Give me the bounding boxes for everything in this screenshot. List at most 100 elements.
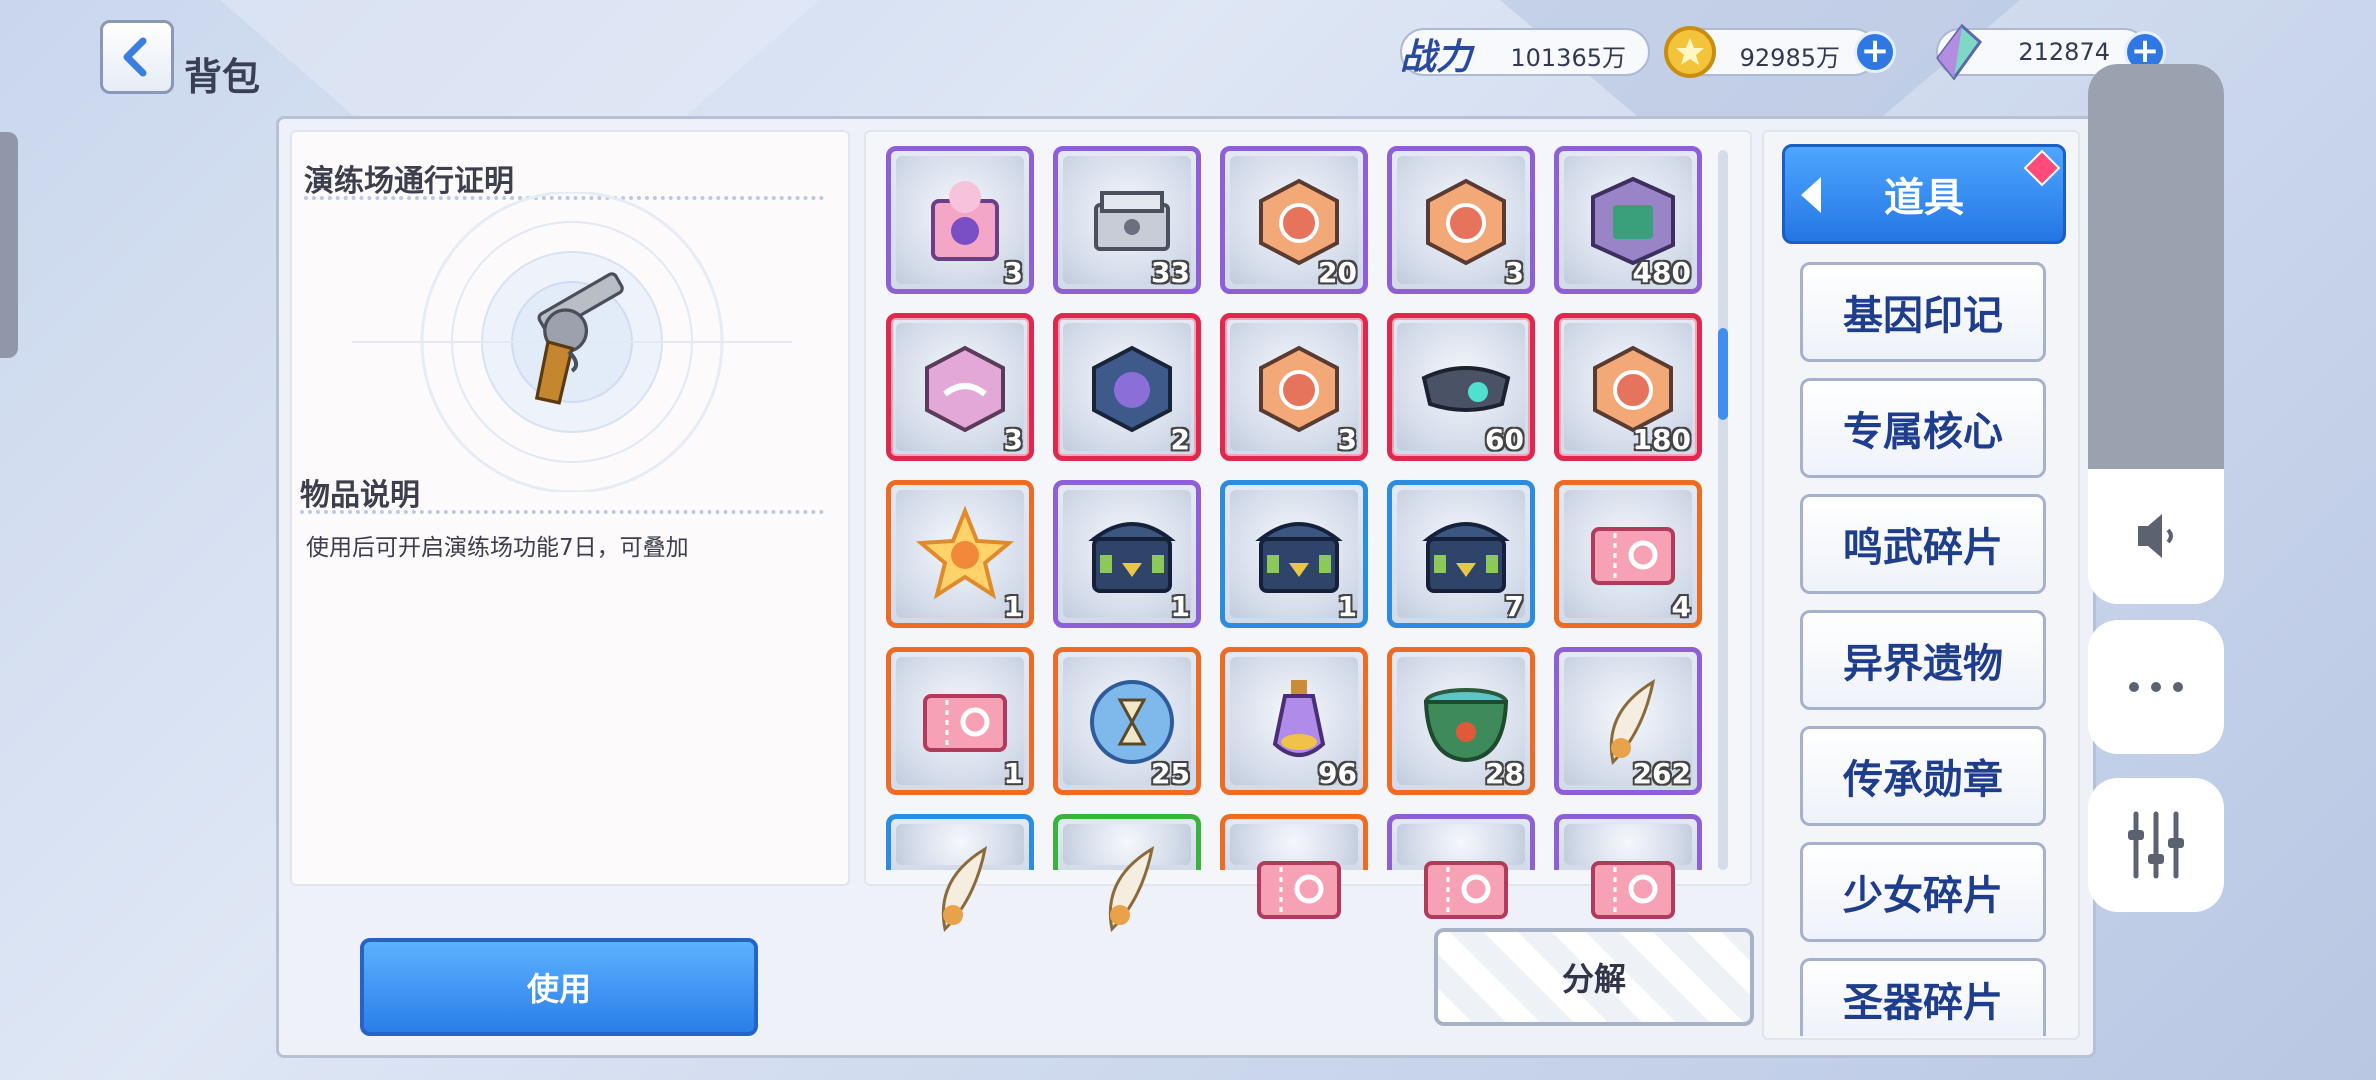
revolver-icon [534, 272, 624, 405]
item-count: 262 [1632, 757, 1691, 790]
item-count: 1 [1003, 590, 1023, 623]
item-count: 7 [1504, 590, 1524, 623]
item-count: 1 [1003, 757, 1023, 790]
item-count: 2 [1170, 423, 1190, 456]
item-count: 3 [1003, 423, 1023, 456]
inventory-item[interactable]: 28 [1387, 647, 1535, 795]
gold-value: 92985万 [1739, 44, 1840, 72]
item-count: 1 [1337, 590, 1357, 623]
item-count: 180 [1632, 423, 1691, 456]
inventory-item[interactable]: 180 [1554, 313, 1702, 461]
power-label: 战力 [1400, 37, 1473, 78]
category-tab[interactable]: 鸣武碎片 [1800, 494, 2046, 594]
inventory-item[interactable]: 25 [1053, 647, 1201, 795]
feather-icon [941, 845, 988, 933]
pink-cube-icon [925, 345, 1005, 433]
decompose-button[interactable]: 分解 [1434, 928, 1754, 1026]
inventory-item[interactable]: 480 [1554, 146, 1702, 294]
navy-chest-icon [1422, 522, 1510, 593]
chevron-left-icon [1801, 177, 1821, 213]
category-tab[interactable]: 圣器碎片 [1800, 958, 2046, 1036]
settings-sliders-button[interactable] [2088, 778, 2224, 912]
item-count: 25 [1151, 757, 1190, 790]
more-icon [2129, 682, 2183, 692]
item-count: 20 [1318, 256, 1357, 289]
page-title: 背包 [184, 55, 261, 99]
power-value: 101365万 [1510, 44, 1626, 72]
inventory-item[interactable]: 20 [1220, 146, 1368, 294]
item-count: 480 [1632, 256, 1691, 289]
volume-slider-fill [2088, 64, 2224, 469]
use-button[interactable]: 使用 [360, 938, 758, 1036]
item-count: 60 [1485, 423, 1524, 456]
chevron-left-icon [123, 37, 147, 77]
grid-scrollbar[interactable] [1718, 150, 1728, 870]
description-heading: 物品说明 [300, 478, 420, 513]
item-count: 33 [1151, 256, 1190, 289]
category-tab[interactable]: 道具 [1782, 144, 2066, 244]
inventory-item[interactable]: 3 [886, 146, 1034, 294]
category-tab-label: 专属核心 [1843, 409, 2003, 455]
dark-cube-icon [1092, 345, 1172, 433]
category-tab-label: 道具 [1884, 175, 1964, 221]
navy-chest-icon [1255, 522, 1343, 593]
gem-value: 212874 [2018, 38, 2110, 66]
inventory-item[interactable]: 3 [1220, 313, 1368, 461]
category-tab[interactable]: 传承勋章 [1800, 726, 2046, 826]
inventory-item[interactable]: 1 [886, 480, 1034, 628]
speaker-icon [2138, 514, 2173, 558]
inventory-item[interactable]: 4 [1554, 480, 1702, 628]
back-button[interactable] [100, 20, 174, 94]
ticket-icon [1591, 527, 1675, 585]
inventory-item[interactable]: 3 [1387, 146, 1535, 294]
inventory-item[interactable]: 7 [1387, 480, 1535, 628]
category-tab-label: 基因印记 [1843, 293, 2003, 339]
item-count: 3 [1504, 256, 1524, 289]
item-description: 使用后可开启演练场功能7日，可叠加 [306, 535, 689, 561]
inventory-item[interactable]: 33 [1053, 146, 1201, 294]
inventory-item[interactable] [1053, 814, 1201, 933]
inventory-item[interactable]: 2 [1053, 313, 1201, 461]
inventory-item[interactable] [1220, 814, 1368, 919]
star-icon [915, 505, 1015, 600]
divider [300, 510, 824, 514]
item-count: 96 [1318, 757, 1357, 790]
ticket-icon [1257, 861, 1341, 919]
add-gold-button[interactable]: + [1854, 31, 1896, 73]
inventory-item[interactable] [1554, 814, 1702, 919]
ticket-icon [923, 694, 1007, 752]
inventory-item[interactable]: 60 [1387, 313, 1535, 461]
grid-scrollbar-thumb[interactable] [1718, 328, 1728, 420]
inventory-item[interactable]: 1 [1053, 480, 1201, 628]
inventory-item[interactable]: 96 [1220, 647, 1368, 795]
inventory-item[interactable]: 1 [886, 647, 1034, 795]
item-count: 3 [1337, 423, 1357, 456]
gold-coin-icon [1664, 26, 1716, 78]
category-tab[interactable]: 异界遗物 [1800, 610, 2046, 710]
gold-display: 92985万 + [1664, 26, 1896, 78]
item-count: 3 [1003, 256, 1023, 289]
category-tab[interactable]: 专属核心 [1800, 378, 2046, 478]
inventory-item[interactable]: 1 [1220, 480, 1368, 628]
gift-box-icon [931, 181, 999, 261]
orange-cube-icon [1426, 178, 1506, 266]
category-tab-label: 圣器碎片 [1843, 979, 2003, 1026]
category-tab[interactable]: 少女碎片 [1800, 842, 2046, 942]
feather-icon [1108, 845, 1155, 933]
item-count: 4 [1671, 590, 1691, 623]
inventory-item[interactable] [1387, 814, 1535, 919]
more-options-button[interactable] [2088, 620, 2224, 754]
crystal-icon [1936, 23, 1983, 81]
category-tab-label: 异界遗物 [1843, 641, 2003, 687]
item-count: 1 [1170, 590, 1190, 623]
item-detail-panel: 演练场通行证明 物品说明 使用后可开启演练场功能7日，可叠加 [290, 130, 850, 886]
category-tab[interactable]: 基因印记 [1800, 262, 2046, 362]
inventory-item[interactable]: 262 [1554, 647, 1702, 795]
category-tab-label: 少女碎片 [1843, 873, 2003, 919]
equalizer-icon [2128, 811, 2184, 879]
volume-slider[interactable] [2088, 64, 2224, 604]
screen-edge-handle[interactable] [0, 132, 18, 358]
orange-cube-icon [1259, 345, 1339, 433]
inventory-item[interactable]: 3 [886, 313, 1034, 461]
inventory-item[interactable] [886, 814, 1034, 933]
